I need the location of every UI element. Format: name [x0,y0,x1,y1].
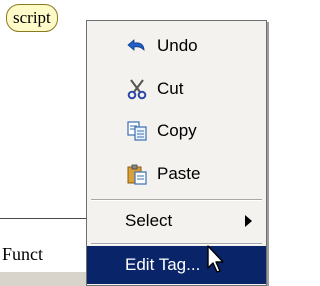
copy-icon [127,121,147,141]
menu-item-edit-tag[interactable]: Edit Tag... [87,246,266,284]
menu-item-label: Cut [157,79,184,98]
menu-item-select[interactable]: Select [87,202,266,240]
clipboard-paste-icon [127,164,147,185]
status-strip [0,272,86,286]
menu-item-label: Undo [157,36,198,55]
document-text: Funct [2,244,44,264]
menu-item-undo[interactable]: Undo [87,27,266,65]
scissors-icon [127,79,147,100]
menu-item-label: Select [125,211,173,230]
horizontal-rule [0,218,88,219]
menu-item-paste[interactable]: Paste [87,155,266,193]
menu-item-label: Edit Tag... [125,255,201,274]
menu-separator [91,243,262,245]
menu-item-label: Paste [157,164,201,183]
menu-item-copy[interactable]: Copy [87,112,266,150]
submenu-arrow-icon [245,215,252,227]
menu-separator [91,199,262,201]
mouse-pointer-icon [207,245,224,273]
script-tag-marker[interactable]: script [6,4,58,32]
menu-item-cut[interactable]: Cut [87,70,266,108]
undo-icon [127,39,145,51]
menu-item-label: Copy [157,121,197,140]
context-menu: Undo Cut Copy Paste Select Edit Tag... [86,20,267,286]
